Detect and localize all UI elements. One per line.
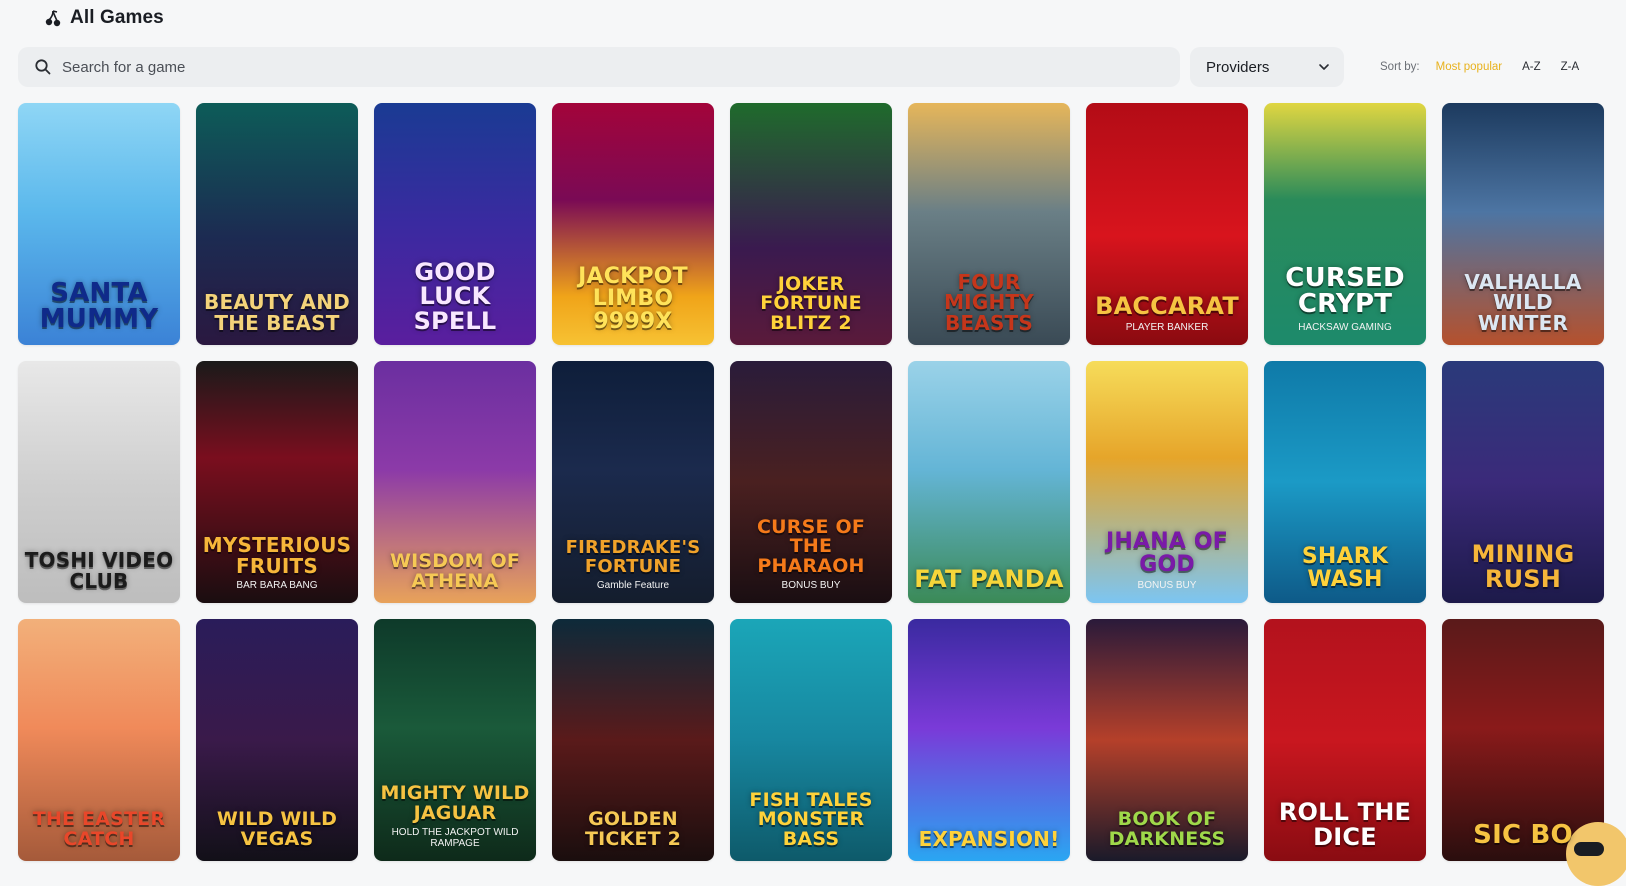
game-title: GOOD LUCK SPELL (413, 257, 497, 335)
game-title: SANTA MUMMY (39, 277, 159, 335)
game-tile[interactable]: EXPANSION! (908, 619, 1070, 861)
game-tile[interactable]: JHANA OF GOD BONUS BUY (1086, 361, 1248, 603)
chat-icon (1574, 842, 1604, 856)
cherries-icon (44, 9, 62, 27)
game-thumbnail (908, 619, 1070, 861)
sort-controls: Sort by: Most popular A-Z Z-A (1380, 47, 1579, 87)
sort-option-most-popular[interactable]: Most popular (1436, 61, 1502, 73)
game-title: CURSE OF THE PHARAOH (756, 515, 865, 577)
game-title: CURSED CRYPT (1285, 262, 1405, 320)
game-title: WISDOM OF ATHENA (389, 550, 521, 592)
game-title: JOKER FORTUNE BLITZ 2 (760, 272, 862, 334)
game-title: THE EASTER CATCH (32, 808, 166, 850)
game-title: WILD WILD VEGAS (216, 808, 338, 850)
game-tile[interactable]: THE EASTER CATCH (18, 619, 180, 861)
game-title: MINING RUSH (1471, 540, 1575, 593)
game-subtitle: BONUS BUY (1137, 580, 1197, 591)
game-title: MIGHTY WILD JAGUAR (380, 782, 530, 824)
game-tile[interactable]: SANTA MUMMY (18, 103, 180, 345)
sort-option-a-z[interactable]: A-Z (1522, 61, 1541, 73)
game-tile[interactable]: FIREDRAKE'S FORTUNE Gamble Feature (552, 361, 714, 603)
game-title: ROLL THE DICE (1278, 798, 1412, 851)
game-tile[interactable]: VALHALLA WILD WINTER (1442, 103, 1604, 345)
game-tile[interactable]: BACCARAT PLAYER BANKER (1086, 103, 1248, 345)
game-tile[interactable]: WILD WILD VEGAS (196, 619, 358, 861)
game-title: VALHALLA WILD WINTER (1464, 269, 1582, 335)
game-title: EXPANSION! (918, 826, 1060, 851)
game-title: BACCARAT (1095, 291, 1239, 320)
game-thumbnail (374, 619, 536, 861)
page-header: All Games (44, 6, 164, 30)
sort-label: Sort by: (1380, 61, 1420, 73)
game-tile[interactable]: MIGHTY WILD JAGUAR HOLD THE JACKPOT WILD … (374, 619, 536, 861)
game-title: FAT PANDA (914, 564, 1064, 593)
game-tile[interactable]: JOKER FORTUNE BLITZ 2 (730, 103, 892, 345)
game-subtitle: HOLD THE JACKPOT WILD RAMPAGE (391, 827, 519, 849)
game-tile[interactable]: FISH TALES MONSTER BASS (730, 619, 892, 861)
game-tile[interactable]: SIC BO (1442, 619, 1604, 861)
providers-label: Providers (1206, 58, 1270, 76)
game-tile[interactable]: MINING RUSH (1442, 361, 1604, 603)
toolbar: Providers Sort by: Most popular A-Z Z-A (18, 47, 1608, 87)
chevron-down-icon (1318, 61, 1330, 73)
game-title: GOLDEN TICKET 2 (584, 808, 682, 850)
game-title: FOUR MIGHTY BEASTS (944, 269, 1034, 335)
game-subtitle: PLAYER BANKER (1125, 322, 1209, 333)
game-title: Beauty and the Beast (204, 290, 350, 335)
game-tile[interactable]: JACKPOT LIMBO 9999x (552, 103, 714, 345)
game-title: SHARK WASH (1301, 544, 1389, 592)
game-tile[interactable]: Beauty and the Beast (196, 103, 358, 345)
game-tile[interactable]: FAT PANDA (908, 361, 1070, 603)
page-title: All Games (70, 7, 164, 28)
games-grid: SANTA MUMMY Beauty and the Beast GOOD LUCK… (18, 103, 1604, 861)
game-tile[interactable]: GOOD LUCK SPELL (374, 103, 536, 345)
search-input[interactable] (62, 58, 1162, 76)
game-tile[interactable]: BOOK OF DARKNESS (1086, 619, 1248, 861)
game-title: MYSTERIOUS FRUITS (202, 533, 352, 578)
game-tile[interactable]: FOUR MIGHTY BEASTS (908, 103, 1070, 345)
game-tile[interactable]: ROLL THE DICE (1264, 619, 1426, 861)
game-title: TOSHI VIDEO CLUB (24, 548, 174, 593)
game-title: JACKPOT LIMBO 9999x (578, 263, 688, 334)
game-title: FISH TALES MONSTER BASS (749, 788, 873, 850)
game-tile[interactable]: GOLDEN TICKET 2 (552, 619, 714, 861)
game-title: BOOK OF DARKNESS (1108, 808, 1226, 850)
game-tile[interactable]: CURSED CRYPT HACKSAW GAMING (1264, 103, 1426, 345)
search-icon (34, 58, 52, 76)
game-tile[interactable]: SHARK WASH (1264, 361, 1426, 603)
game-tile[interactable]: WISDOM OF ATHENA (374, 361, 536, 603)
game-subtitle: BONUS BUY (781, 580, 841, 591)
game-subtitle: Gamble Feature (596, 580, 670, 591)
sort-option-z-a[interactable]: Z-A (1561, 61, 1580, 73)
providers-dropdown[interactable]: Providers (1190, 47, 1344, 87)
game-title: SIC BO (1473, 820, 1573, 851)
search-bar[interactable] (18, 47, 1180, 87)
chat-launcher-button[interactable] (1566, 822, 1626, 886)
game-subtitle: HACKSAW GAMING (1298, 322, 1392, 333)
game-title: JHANA OF GOD (1105, 529, 1229, 577)
game-subtitle: BAR BARA BANG (236, 580, 318, 591)
game-tile[interactable]: CURSE OF THE PHARAOH BONUS BUY (730, 361, 892, 603)
game-tile[interactable]: MYSTERIOUS FRUITS BAR BARA BANG (196, 361, 358, 603)
game-title: FIREDRAKE'S FORTUNE (565, 537, 701, 577)
game-tile[interactable]: TOSHI VIDEO CLUB (18, 361, 180, 603)
